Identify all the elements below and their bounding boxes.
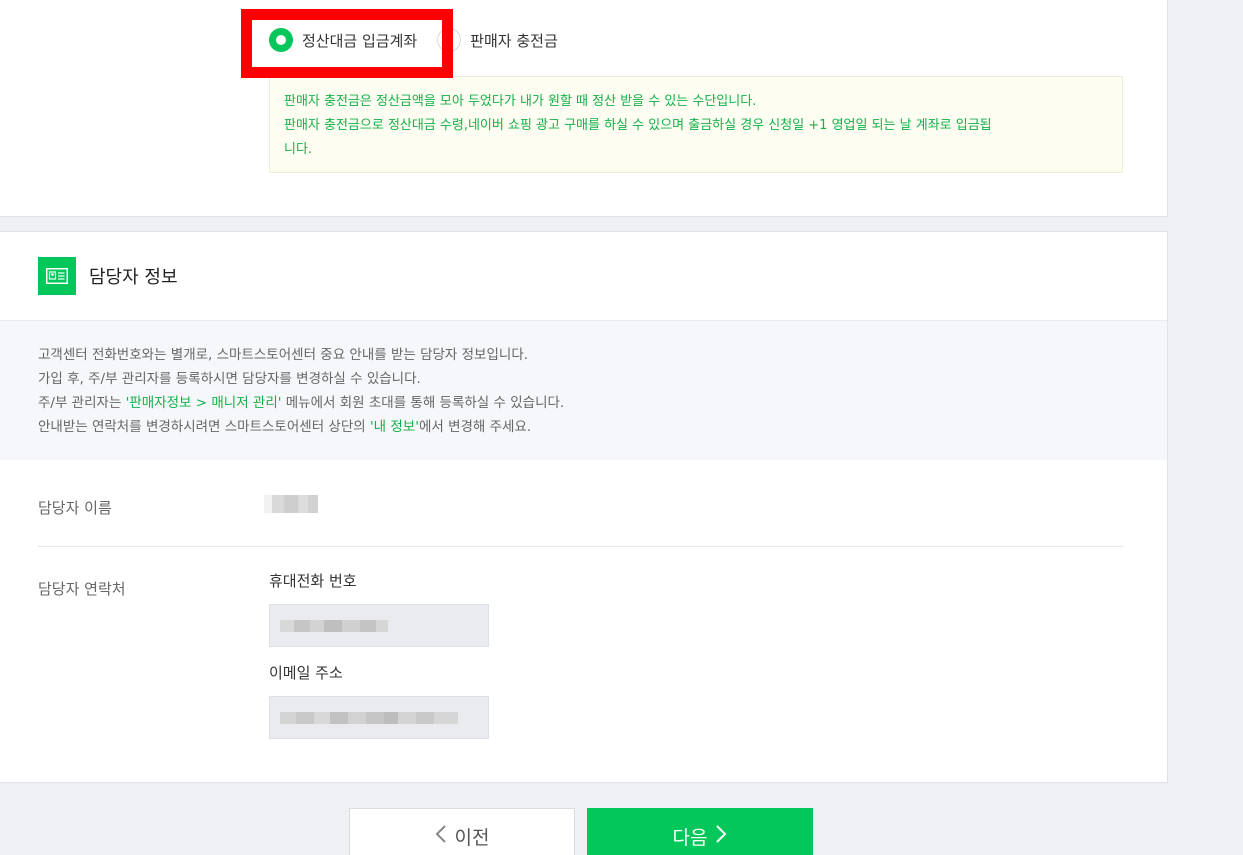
radio-checked-icon[interactable] [269,28,293,52]
info-text: 주/부 관리자는 [38,395,126,411]
notice-line: 판매자 충전금은 정산금액을 모아 두었다가 내가 원할 때 정산 받을 수 있… [284,94,757,109]
radio-option-seller-charge[interactable]: 판매자 충전금 [437,28,558,52]
info-line: 안내받는 연락처를 변경하시려면 스마트스토어센터 상단의 '내 정보'에서 변… [38,415,1129,439]
settlement-method-radio-group: 정산대금 입금계좌 판매자 충전금 [269,28,558,52]
manager-settings-link-text: '판매자정보 > 매니저 관리' [125,395,282,411]
info-text: 안내받는 연락처를 변경하시려면 스마트스토어센터 상단의 [38,419,370,435]
manager-contact-label: 담당자 연락처 [38,580,126,598]
id-card-icon [38,257,76,295]
redacted-manager-name [264,495,318,513]
chevron-right-icon [715,824,727,849]
redacted-phone [280,620,388,632]
info-line: 고객센터 전화번호와는 별개로, 스마트스토어센터 중요 안내를 받는 담당자 … [38,347,529,363]
next-button[interactable]: 다음 [587,808,813,855]
info-text: 에서 변경해 주세요. [418,419,532,435]
manager-info-card: 담당자 정보 고객센터 전화번호와는 별개로, 스마트스토어센터 중요 안내를 … [0,231,1168,783]
email-label: 이메일 주소 [269,664,343,682]
section-title: 담당자 정보 [89,267,178,288]
info-text: 메뉴에서 회원 초대를 통해 등록하실 수 있습니다. [281,395,565,411]
radio-option-settlement-account[interactable]: 정산대금 입금계좌 [269,28,417,52]
notice-line: 니다. [284,142,313,157]
prev-button-label: 이전 [454,826,490,849]
redacted-email [280,712,458,724]
radio-unchecked-icon[interactable] [437,28,462,52]
notice-line: 판매자 충전금으로 정산대금 수령,네이버 쇼핑 광고 구매를 하실 수 있으며… [284,118,992,133]
settlement-card: 정산대금 입금계좌 판매자 충전금 판매자 충전금은 정산금액을 모아 두었다가… [0,0,1168,217]
phone-field [269,604,489,647]
info-line: 주/부 관리자는 '판매자정보 > 매니저 관리' 메뉴에서 회원 초대를 통해… [38,391,1129,415]
email-field [269,696,489,739]
manager-info-description: 고객센터 전화번호와는 별개로, 스마트스토어센터 중요 안내를 받는 담당자 … [0,321,1167,460]
phone-label: 휴대전화 번호 [269,572,357,590]
seller-charge-notice: 판매자 충전금은 정산금액을 모아 두었다가 내가 원할 때 정산 받을 수 있… [269,76,1123,173]
manager-name-label: 담당자 이름 [38,499,112,517]
section-header: 담당자 정보 [0,232,1167,321]
radio-label-settlement-account: 정산대금 입금계좌 [302,31,418,50]
my-info-link-text: '내 정보' [369,419,419,435]
next-button-label: 다음 [672,826,708,849]
manager-name-row: 담당자 이름 [38,497,1123,547]
chevron-left-icon [435,824,447,849]
radio-label-seller-charge: 판매자 충전금 [470,31,558,50]
info-line: 가입 후, 주/부 관리자를 등록하시면 담당자를 변경하실 수 있습니다. [38,371,421,387]
prev-button[interactable]: 이전 [349,808,575,855]
